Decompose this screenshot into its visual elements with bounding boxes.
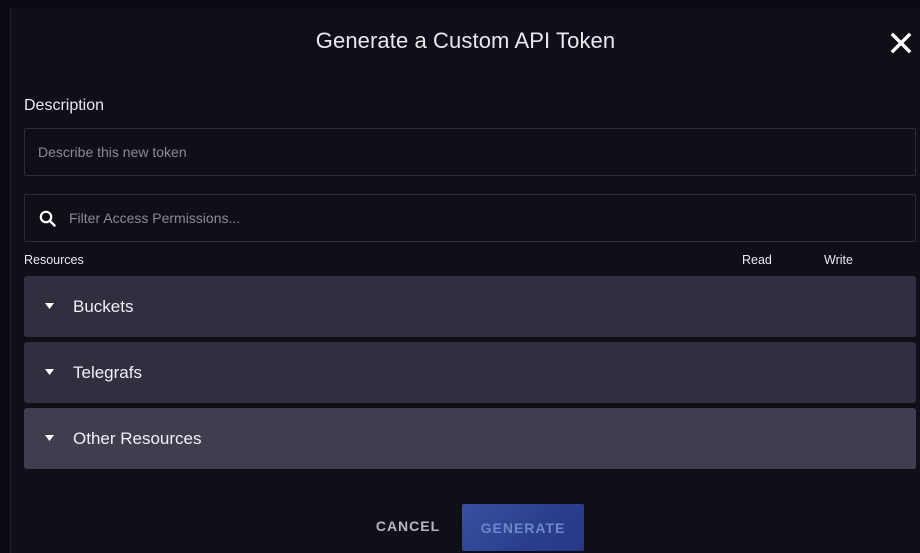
description-label: Description xyxy=(24,97,105,114)
header-read: Read xyxy=(742,253,772,267)
search-icon xyxy=(39,210,56,227)
cancel-button[interactable]: CANCEL xyxy=(363,505,453,547)
caret-down-icon xyxy=(45,435,54,441)
close-icon xyxy=(890,32,912,54)
generate-button[interactable]: GENERATE xyxy=(462,504,584,551)
close-button[interactable] xyxy=(890,32,912,54)
resource-row-label: Telegrafs xyxy=(73,363,142,382)
resource-row-buckets[interactable]: Buckets xyxy=(24,276,916,337)
generate-token-modal: Generate a Custom API Token Description … xyxy=(10,8,920,553)
resource-row-label: Other Resources xyxy=(73,429,202,448)
resource-row-telegrafs[interactable]: Telegrafs xyxy=(24,342,916,403)
resource-row-other-resources[interactable]: Other Resources xyxy=(24,408,916,469)
filter-permissions-field[interactable] xyxy=(24,194,916,242)
filter-permissions-input[interactable] xyxy=(69,195,909,241)
caret-down-icon xyxy=(45,303,54,309)
modal-title: Generate a Custom API Token xyxy=(315,28,616,53)
header-write: Write xyxy=(824,253,853,267)
permissions-table-header: Resources Read Write xyxy=(24,253,916,269)
caret-down-icon xyxy=(45,369,54,375)
description-input[interactable] xyxy=(24,128,916,176)
resource-row-label: Buckets xyxy=(73,297,134,316)
header-resources: Resources xyxy=(24,253,84,267)
